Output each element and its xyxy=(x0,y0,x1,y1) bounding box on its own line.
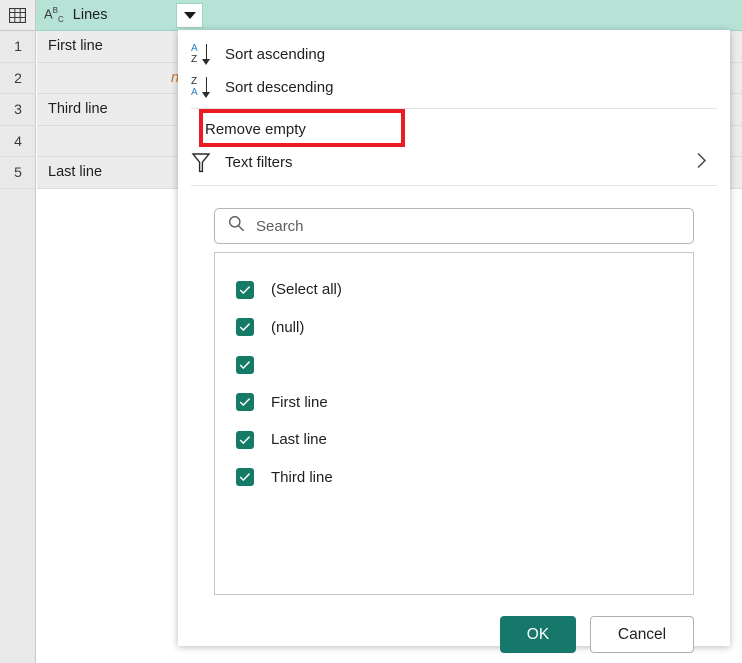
menu-divider xyxy=(191,108,717,109)
cell-value: Last line xyxy=(48,164,103,181)
menu-divider xyxy=(191,185,717,186)
row-number-list: 1 2 3 4 5 xyxy=(0,31,36,189)
row-number[interactable]: 2 xyxy=(0,63,36,94)
cancel-button[interactable]: Cancel xyxy=(590,616,694,653)
table-grid-icon xyxy=(9,7,26,23)
list-item-label: Third line xyxy=(271,468,333,486)
checkbox-checked-icon[interactable] xyxy=(236,318,254,337)
row-number[interactable]: 5 xyxy=(0,157,36,189)
search-placeholder: Search xyxy=(256,217,304,235)
funnel-filter-icon xyxy=(191,152,225,173)
row-number[interactable]: 1 xyxy=(0,31,36,63)
caret-down-icon xyxy=(183,12,196,19)
row-number[interactable]: 3 xyxy=(0,94,36,126)
search-input[interactable]: Search xyxy=(214,208,694,244)
menu-item-remove-empty[interactable]: Remove empty xyxy=(178,113,730,146)
filter-dropdown-panel: A Z Sort ascending Z A Sort descending R… xyxy=(178,30,730,653)
cell-value: First line xyxy=(48,38,103,55)
checkbox-checked-icon[interactable] xyxy=(236,430,254,449)
column-header-lines[interactable]: ABC Lines xyxy=(36,0,742,31)
menu-item-label: Sort ascending xyxy=(225,46,326,63)
menu-item-sort-ascending[interactable]: A Z Sort ascending xyxy=(178,38,730,71)
column-header-label: Lines xyxy=(72,7,108,23)
sort-descending-icon: Z A xyxy=(191,76,225,100)
column-filter-dropdown-button[interactable] xyxy=(176,3,203,28)
menu-item-label: Text filters xyxy=(225,154,293,171)
list-item[interactable]: (null) xyxy=(215,309,693,347)
cell-value: Third line xyxy=(48,101,108,118)
checkbox-checked-icon[interactable] xyxy=(236,355,254,374)
list-item-label: First line xyxy=(271,393,328,411)
list-item-label: (null) xyxy=(271,318,305,336)
chevron-right-icon xyxy=(696,151,708,174)
menu-item-sort-descending[interactable]: Z A Sort descending xyxy=(178,71,730,104)
list-item-label: Last line xyxy=(271,431,327,449)
list-item-label: (Select all) xyxy=(271,281,342,299)
list-item[interactable] xyxy=(215,346,693,384)
menu-item-text-filters[interactable]: Text filters xyxy=(178,146,730,179)
list-item[interactable]: First line xyxy=(215,384,693,422)
row-number[interactable]: 4 xyxy=(0,126,36,157)
list-item[interactable]: Last line xyxy=(215,421,693,459)
checkbox-checked-icon[interactable] xyxy=(236,280,254,299)
sort-ascending-icon: A Z xyxy=(191,43,225,67)
ok-button[interactable]: OK xyxy=(500,616,576,653)
menu-item-label: Sort descending xyxy=(225,79,334,96)
search-icon xyxy=(228,215,245,237)
select-all-corner-button[interactable] xyxy=(0,0,36,31)
abc-text-type-icon: ABC xyxy=(44,5,64,24)
list-item[interactable]: (Select all) xyxy=(215,271,693,309)
menu-item-label: Remove empty xyxy=(205,121,306,138)
checkbox-checked-icon[interactable] xyxy=(236,468,254,487)
checkbox-checked-icon[interactable] xyxy=(236,393,254,412)
list-item[interactable]: Third line xyxy=(215,459,693,497)
filter-value-list[interactable]: (Select all) (null) First line Last line… xyxy=(214,252,694,595)
grid-header: ABC Lines xyxy=(0,0,742,31)
